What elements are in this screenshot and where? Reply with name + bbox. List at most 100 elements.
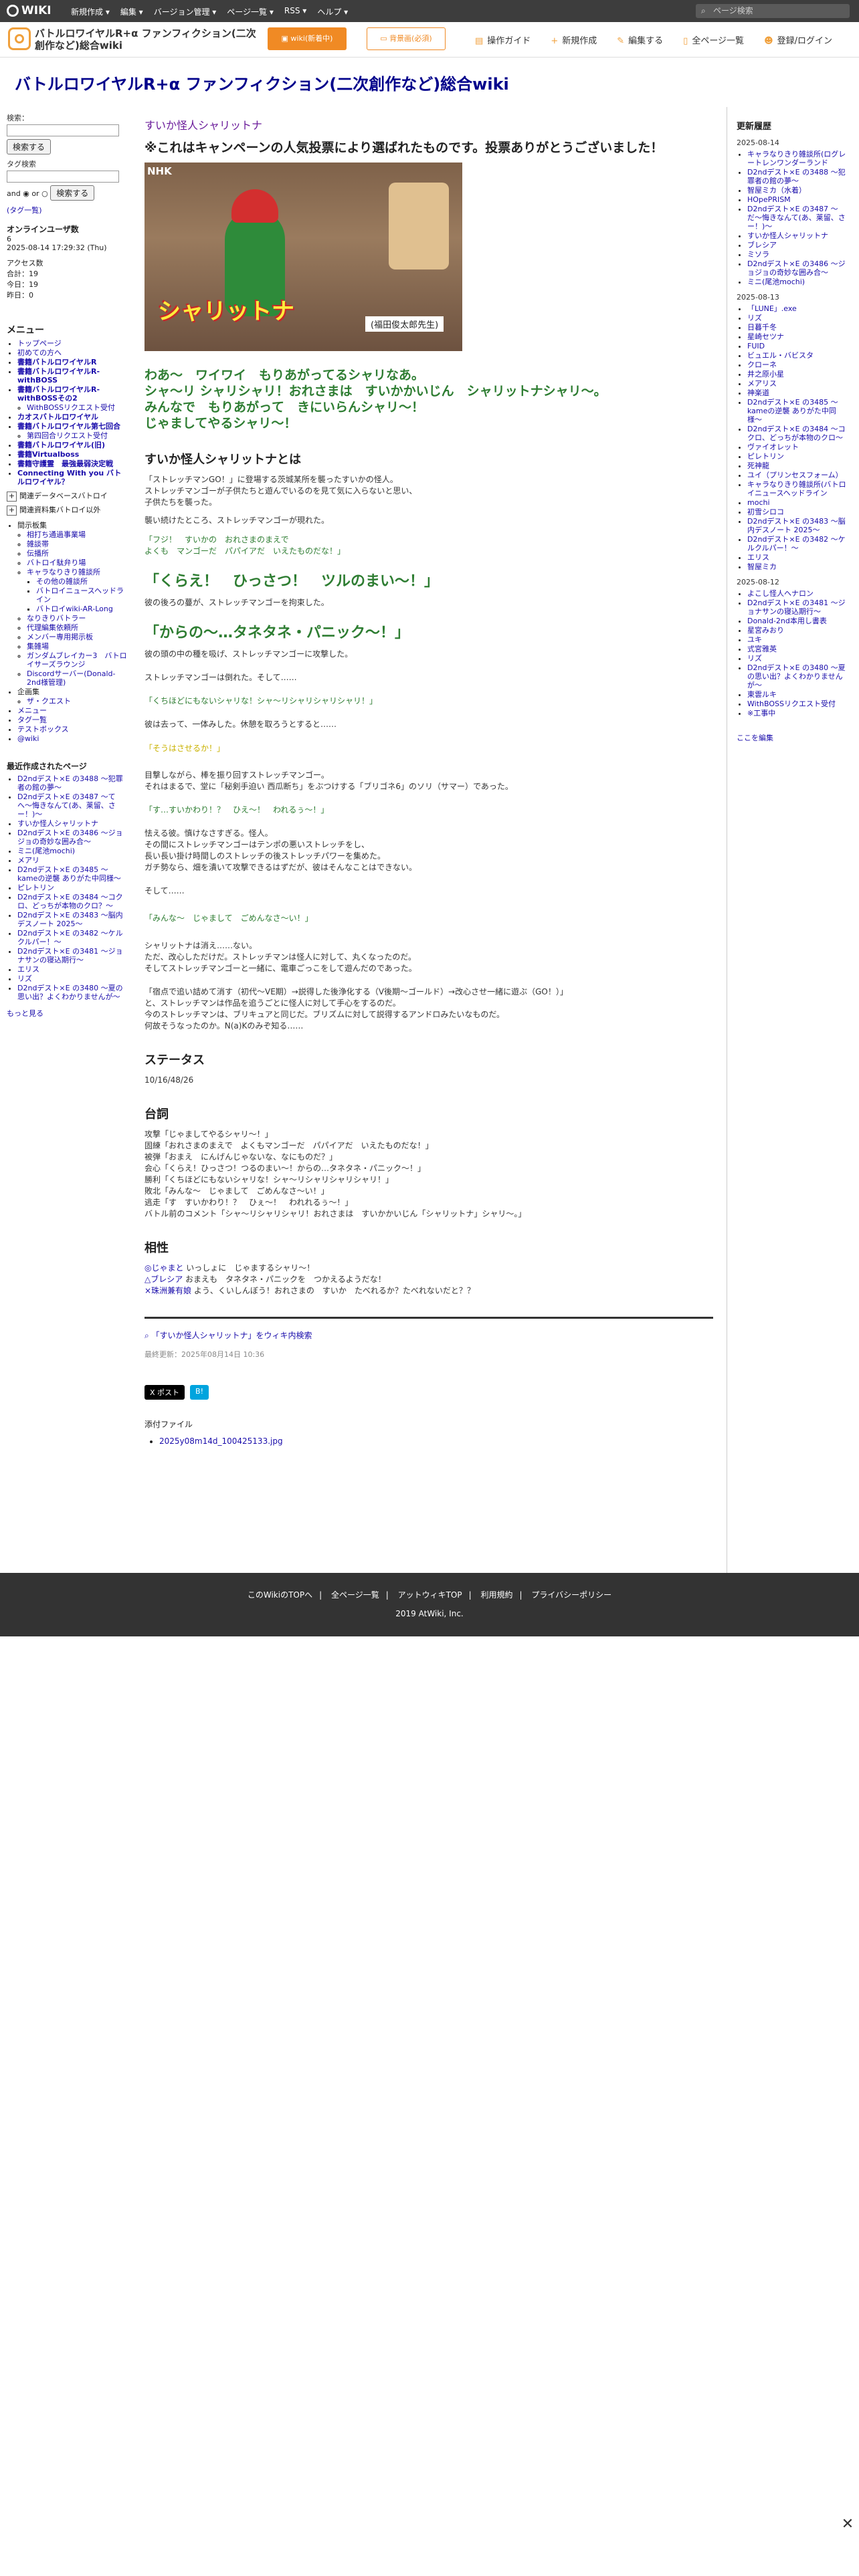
menu-subitem[interactable]: WithBOSSリクエスト受付 <box>27 403 127 412</box>
tree-item[interactable]: バトロイ駄弁り場 <box>27 558 127 567</box>
history-item[interactable]: D2ndデスト×E の3485 〜kameの逆襲 ありがた中同様〜 <box>747 398 850 424</box>
history-item[interactable]: ※工事中 <box>747 709 850 718</box>
wiki-search-link[interactable]: ⌕ 「すいか怪人シャリットナ」をウィキ内検索 <box>145 1329 713 1341</box>
tree-item[interactable]: 集雑場 <box>27 642 127 651</box>
tag-list-link[interactable]: (タグ一覧) <box>7 205 127 215</box>
tree-item[interactable]: 代理編集依頼所 <box>27 623 127 632</box>
recent-item[interactable]: D2ndデスト×E の3484 〜コクロ、どっちが本物のクロ？〜 <box>17 893 127 910</box>
menu-version[interactable]: バージョン管理 ▾ <box>154 6 217 17</box>
recent-item[interactable]: ミニ(尾池mochi) <box>17 847 127 855</box>
menu-rss[interactable]: RSS ▾ <box>284 6 306 17</box>
menu-item[interactable]: トップページ <box>17 339 127 348</box>
footer-link[interactable]: アットウィキTOP <box>398 1590 462 1600</box>
recent-item[interactable]: D2ndデスト×E の3483 〜脳内デスノート 2025〜 <box>17 911 127 928</box>
edit-sidebar-link[interactable]: ここを編集 <box>737 732 850 743</box>
tree-item[interactable]: 雑談帯 <box>27 540 127 548</box>
close-icon[interactable]: ✕ <box>840 2517 855 2532</box>
history-item[interactable]: リズ <box>747 654 850 663</box>
tag-search-button[interactable]: 検索する <box>50 185 95 201</box>
menu-item[interactable]: 書籍守護霊 最強最弱決定戦 <box>17 459 127 468</box>
tree-item[interactable]: テストボックス <box>17 725 127 734</box>
tree-item[interactable]: キャラなりきり雑談所 その他の雑談所 バトロイニュースヘッドライン バトロイwi… <box>27 568 127 613</box>
history-item[interactable]: メアリス <box>747 379 850 388</box>
history-item[interactable]: D2ndデスト×E の3484 〜コクロ、どっちが本物のクロ〜 <box>747 425 850 442</box>
history-item[interactable]: ヴァイオレット <box>747 443 850 451</box>
history-item[interactable]: D2ndデスト×E の3487 〜だ〜悔きなんて(あ、莱留、さー！)〜 <box>747 205 850 231</box>
tree-item[interactable]: タグ一覧 <box>17 716 127 724</box>
history-item[interactable]: mochi <box>747 498 850 507</box>
history-item[interactable]: エリス <box>747 553 850 562</box>
history-item[interactable]: 初雪シロコ <box>747 508 850 516</box>
background-button[interactable]: ▭ 背景画(必須) <box>367 27 446 50</box>
compat-link[interactable]: △ブレシア <box>145 1275 183 1284</box>
wiki-title[interactable]: バトルロワイヤルR+α ファンフィクション(二次創作など)総合wiki <box>15 71 509 94</box>
history-item[interactable]: 死神龍 <box>747 461 850 470</box>
menu-item[interactable]: カオスバトルロワイヤル <box>17 413 127 421</box>
toggle-row-1[interactable]: + 関連データベースバトロイ <box>7 490 127 502</box>
atwiki-logo[interactable]: WIKI <box>7 4 59 18</box>
tree-item[interactable]: ザ・クエスト <box>27 697 127 706</box>
history-item[interactable]: クローネ <box>747 360 850 369</box>
tree-item[interactable]: メニュー <box>17 706 127 715</box>
toggle-row-2[interactable]: + 関連資料集バトロイ以外 <box>7 504 127 516</box>
plus-toggle-icon[interactable]: + <box>7 506 17 516</box>
tree-item[interactable]: Discordサーバー(Donald-2nd様管理) <box>27 669 127 687</box>
history-item[interactable]: 智屋ミカ <box>747 562 850 571</box>
history-item[interactable]: WithBOSSリクエスト受付 <box>747 700 850 708</box>
history-item[interactable]: FUID <box>747 342 850 350</box>
history-item[interactable]: D2ndデスト×E の3488 〜犯罪者の館の夢〜 <box>747 168 850 185</box>
menu-item[interactable]: 書籍バトルロワイヤルR-withBOSS <box>17 367 127 385</box>
history-item[interactable]: すいか怪人シャリットナ <box>747 231 850 240</box>
recent-item[interactable]: すいか怪人シャリットナ <box>17 819 127 828</box>
recent-item[interactable]: D2ndデスト×E の3480 〜夏の思い出？よくわかりませんが〜 <box>17 984 127 1001</box>
history-item[interactable]: ビュエル・バビスタ <box>747 351 850 360</box>
history-item[interactable]: D2ndデスト×E の3480 〜夏の思い出？よくわかりませんが〜 <box>747 663 850 689</box>
all-pages-link[interactable]: ▯ 全ページ一覧 <box>683 33 744 46</box>
tree-item[interactable]: なりきりバトラー <box>27 614 127 623</box>
tree-item[interactable]: その他の雑談所 <box>36 577 127 586</box>
tree-item[interactable]: ガンダムブレイカー3 バトロイサーズラウンジ <box>27 651 127 669</box>
recent-item[interactable]: D2ndデスト×E の3481 〜ジョナサンの寝込期行〜 <box>17 947 127 964</box>
compat-link[interactable]: ◎じゃまと <box>145 1263 183 1273</box>
history-item[interactable]: よこし怪人ヘナロン <box>747 589 850 598</box>
sidebar-search-button[interactable]: 検索する <box>7 139 52 154</box>
history-item[interactable]: キャラなりきり雑談所(バトロイニュースヘッドライン <box>747 480 850 498</box>
recent-item[interactable]: メアリ <box>17 856 127 865</box>
tree-item[interactable]: 伝播所 <box>27 549 127 558</box>
history-item[interactable]: 智屋ミカ（水着） <box>747 186 850 195</box>
menu-item[interactable]: 書籍バトルロワイヤルR <box>17 358 127 366</box>
history-item[interactable]: 井之原小星 <box>747 370 850 379</box>
recent-item[interactable]: エリス <box>17 965 127 974</box>
history-item[interactable]: 星宮みおり <box>747 626 850 635</box>
history-item[interactable]: ユキ <box>747 635 850 644</box>
menu-item[interactable]: Connecting With you バトルロワイヤル？ <box>17 469 127 486</box>
tree-item[interactable]: 相打ち通過事業場 <box>27 530 127 539</box>
menu-pagelist[interactable]: ページ一覧 ▾ <box>227 6 274 17</box>
compat-link[interactable]: ×珠洲兼有娘 <box>145 1286 191 1295</box>
history-item[interactable]: D2ndデスト×E の3482 〜ケルクルパー！〜 <box>747 535 850 552</box>
recent-item[interactable]: D2ndデスト×E の3485 〜kameの逆襲 ありがた中同様〜 <box>17 865 127 883</box>
footer-link[interactable]: このWikiのTOPへ <box>248 1590 312 1600</box>
menu-item[interactable]: 書籍バトルロワイヤル(旧) <box>17 441 127 449</box>
menu-subitem[interactable]: 第四回合リクエスト受付 <box>27 431 127 440</box>
menu-edit[interactable]: 編集 ▾ <box>120 6 143 17</box>
menu-item[interactable]: 書籍バトルロワイヤル第七回合 第四回合リクエスト受付 <box>17 422 127 440</box>
tree-item[interactable]: バトロイニュースヘッドライン <box>36 586 127 604</box>
recent-item[interactable]: D2ndデスト×E の3486 〜ジョジョの奇妙な囲み合〜 <box>17 829 127 846</box>
footer-link[interactable]: 利用規約 <box>480 1590 512 1600</box>
menu-help[interactable]: ヘルプ ▾ <box>317 6 348 17</box>
recent-item[interactable]: D2ndデスト×E の3488 〜犯罪者の館の夢〜 <box>17 774 127 792</box>
recent-item[interactable]: D2ndデスト×E の3487 〜てへ〜悔きなんて(あ、莱留、さー！)〜 <box>17 792 127 819</box>
hatena-bookmark-button[interactable]: B! <box>190 1385 209 1400</box>
tag-search-input[interactable] <box>7 171 119 183</box>
history-item[interactable]: HOpePRISM <box>747 195 850 204</box>
page-search-input[interactable]: ⌕ ページ検索 <box>696 4 850 18</box>
history-item[interactable]: 式宮雅英 <box>747 645 850 653</box>
site-name[interactable]: バトルロワイヤルR+α ファンフィクション(二次創作など)総合wiki <box>35 27 259 51</box>
recent-item[interactable]: リズ <box>17 974 127 983</box>
plus-toggle-icon[interactable]: + <box>7 492 17 502</box>
tree-item[interactable]: @wiki <box>17 734 127 743</box>
history-item[interactable]: 東雲ルキ <box>747 690 850 699</box>
history-item[interactable]: ブレシア <box>747 241 850 249</box>
and-radio[interactable]: ◉ <box>23 189 29 198</box>
